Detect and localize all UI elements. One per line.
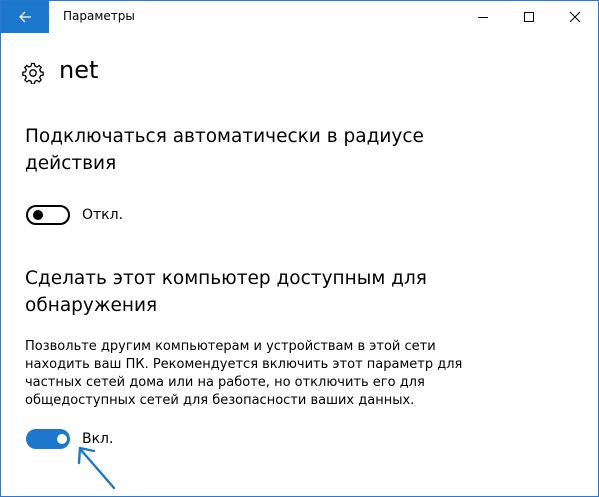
minimize-button[interactable] [460, 1, 506, 33]
minimize-icon [478, 17, 488, 18]
close-icon [569, 11, 581, 23]
heading-line: обнаружения [25, 295, 158, 316]
heading-line: Сделать этот компьютер доступным для [25, 268, 427, 289]
auto-connect-toggle[interactable] [26, 205, 70, 225]
toggle-knob [57, 434, 67, 444]
description-line: частных сетей дома или на работе, но отк… [25, 375, 425, 390]
heading-line: Подключаться автоматически в радиусе [25, 126, 424, 147]
back-button[interactable] [1, 1, 49, 33]
page-title: net [59, 56, 99, 84]
description-line: Позвольте другим компьютерам и устройств… [25, 339, 436, 354]
discoverable-description: Позвольте другим компьютерам и устройств… [25, 338, 465, 410]
description-line: общедоступных сетей для безопасности ваш… [25, 393, 415, 408]
auto-connect-toggle-label: Откл. [82, 207, 124, 223]
heading-line: действия [25, 153, 117, 174]
settings-window: Параметры net Подключаться автоматически… [0, 0, 599, 497]
arrow-pointer-icon [77, 446, 116, 490]
maximize-icon [524, 12, 534, 22]
gear-icon [22, 62, 44, 84]
discoverable-toggle[interactable] [26, 429, 70, 449]
auto-connect-heading: Подключаться автоматически в радиусе дей… [25, 123, 445, 177]
back-arrow-icon [19, 11, 31, 23]
discoverable-heading: Сделать этот компьютер доступным для обн… [25, 265, 445, 319]
window-title: Параметры [63, 9, 135, 23]
toggle-knob [33, 210, 43, 220]
maximize-button[interactable] [506, 1, 552, 33]
description-line: находить ваш ПК. Рекомендуется включить … [25, 357, 463, 372]
close-button[interactable] [552, 1, 598, 33]
title-bar: Параметры [1, 1, 598, 33]
